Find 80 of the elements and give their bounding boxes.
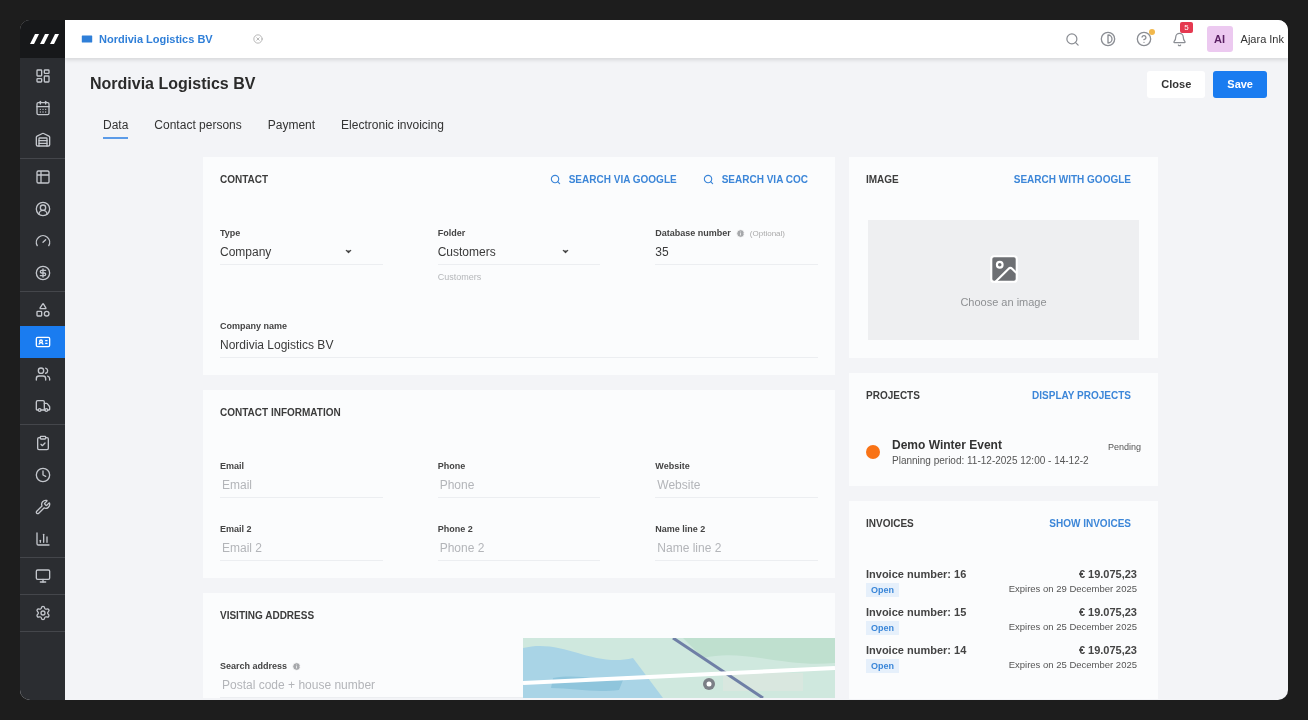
- card-title: IMAGE: [866, 174, 899, 185]
- select-field[interactable]: Company: [220, 239, 383, 265]
- display-projects-link[interactable]: DISPLAY PROJECTS: [1032, 390, 1131, 401]
- calendar-icon: [34, 100, 51, 116]
- invoice-amount: € 19.075,23: [1077, 606, 1138, 618]
- input-field[interactable]: Nordivia Logistics BV: [220, 332, 818, 358]
- shapes-icon: [34, 302, 51, 318]
- field-label: Type: [220, 228, 241, 238]
- expiry-date: Expires on 25 December 2025: [1008, 621, 1138, 634]
- search-link[interactable]: SEARCH VIA COC: [702, 174, 808, 185]
- show-invoices-link[interactable]: SHOW INVOICES: [1049, 518, 1131, 529]
- card-title: CONTACT INFORMATION: [220, 407, 341, 418]
- field-label: Phone: [437, 461, 466, 471]
- status-badge: Open: [866, 583, 899, 597]
- people-icon: [34, 366, 51, 382]
- help-button[interactable]: [1135, 31, 1152, 47]
- dashboard-icon: [34, 68, 51, 84]
- invoice-amount: € 19.075,23: [1077, 644, 1138, 656]
- truck-icon: [34, 398, 51, 414]
- clock-icon: [34, 467, 51, 483]
- input-field[interactable]: 35: [655, 239, 818, 265]
- sidebar-item[interactable]: [20, 326, 65, 358]
- theme-button[interactable]: [1099, 31, 1116, 47]
- field-label: Company name: [220, 321, 288, 331]
- field-label: Email: [220, 461, 244, 471]
- card-title: CONTACT: [220, 174, 269, 185]
- invoice-number[interactable]: Invoice number: 16: [866, 568, 967, 580]
- status-badge: Open: [866, 621, 899, 635]
- field-label: Search address: [220, 661, 288, 671]
- image-drop-area[interactable]: Choose an image: [868, 220, 1139, 340]
- search-icon: [702, 174, 714, 185]
- optional-note: (Optional): [749, 228, 785, 238]
- invoice-number[interactable]: Invoice number: 15: [866, 606, 967, 618]
- user-name: Ajara Ink: [1240, 33, 1284, 45]
- user-avatar[interactable]: AI: [1206, 26, 1233, 52]
- status-badge: Open: [866, 659, 899, 673]
- notifications-button[interactable]: [1171, 31, 1187, 47]
- page-title: Nordivia Logistics BV: [90, 75, 256, 93]
- dollar-icon: [34, 265, 51, 281]
- table-icon: [34, 169, 51, 185]
- user-icon: [34, 201, 51, 217]
- tab[interactable]: Data: [103, 117, 129, 139]
- notification-count: 5: [1180, 21, 1193, 33]
- field-label: Name line 2: [655, 524, 706, 534]
- document-tab[interactable]: Nordivia Logistics BV: [80, 32, 213, 46]
- field-hint: Customers: [437, 271, 483, 282]
- card-title: INVOICES: [866, 518, 914, 529]
- card-title: PROJECTS: [866, 390, 920, 401]
- select-field[interactable]: Customers: [437, 239, 601, 265]
- project-name[interactable]: Demo Winter Event: [892, 438, 1096, 452]
- monitor-icon: [34, 568, 51, 584]
- tab[interactable]: Contact persons: [154, 117, 242, 139]
- expiry-date: Expires on 25 December 2025: [1008, 659, 1138, 672]
- caret-icon: [561, 247, 571, 256]
- gauge-icon: [34, 233, 51, 249]
- search-link[interactable]: SEARCH WITH GOOGLE: [1013, 174, 1131, 185]
- field-label: Email 2: [220, 524, 252, 534]
- invoice-number[interactable]: Invoice number: 14: [866, 644, 967, 656]
- tab[interactable]: Electronic invoicing: [341, 117, 444, 139]
- field-label: Phone 2: [437, 524, 473, 534]
- card-title: VISITING ADDRESS: [220, 610, 315, 621]
- field-label: Website: [655, 461, 690, 471]
- warehouse-icon: [34, 132, 51, 148]
- close-button[interactable]: Close: [1147, 70, 1206, 98]
- save-button[interactable]: Save: [1213, 70, 1267, 98]
- chart-icon: [34, 531, 51, 547]
- clipboard-check-icon: [34, 435, 51, 451]
- project-status: Pending: [1107, 442, 1141, 452]
- search-icon: [549, 174, 561, 185]
- tab[interactable]: Payment: [267, 117, 316, 139]
- field-label: Database number: [655, 228, 731, 238]
- search-button[interactable]: [1064, 31, 1080, 47]
- invoice-amount: € 19.075,23: [1077, 568, 1138, 580]
- caret-icon: [343, 247, 353, 256]
- settings-icon: [34, 605, 51, 621]
- project-period: Planning period: 11-12-2025 12:00 - 14-12-2: [892, 455, 1090, 466]
- field-label: Folder: [437, 228, 466, 238]
- expiry-date: Expires on 29 December 2025: [1008, 583, 1138, 596]
- search-link[interactable]: SEARCH VIA GOOGLE: [549, 174, 677, 185]
- wrench-icon: [34, 499, 51, 515]
